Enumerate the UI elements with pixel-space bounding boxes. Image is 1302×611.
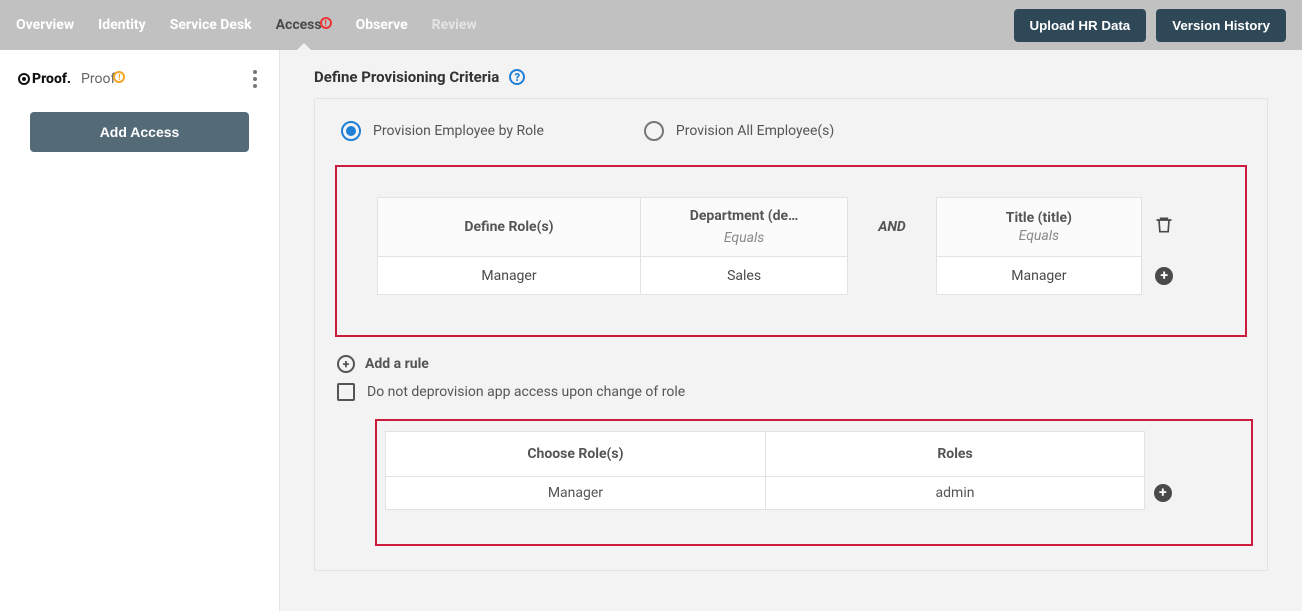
version-history-button[interactable]: Version History: [1156, 9, 1286, 42]
tab-review[interactable]: Review: [432, 17, 477, 33]
radio-icon: [644, 121, 664, 141]
nav-tabs: Overview Identity Service Desk Access! O…: [16, 17, 1014, 33]
radio-label: Provision Employee by Role: [373, 123, 544, 139]
proof-logo-text: Proof.: [32, 71, 71, 87]
top-actions: Upload HR Data Version History: [1014, 9, 1287, 42]
deprovision-label: Do not deprovision app access upon chang…: [367, 384, 685, 400]
cell-choose-role[interactable]: Manager: [386, 477, 766, 510]
tab-service-desk[interactable]: Service Desk: [170, 17, 252, 33]
help-icon[interactable]: ?: [509, 69, 525, 85]
alert-icon: !: [320, 17, 332, 29]
deprovision-checkbox-row: Do not deprovision app access upon chang…: [337, 383, 1247, 401]
add-role-icon[interactable]: +: [1154, 484, 1172, 502]
tab-overview[interactable]: Overview: [16, 17, 74, 33]
define-roles-table: Define Role(s) Department (de… Equals AN…: [377, 197, 1187, 295]
define-roles-highlight: Define Role(s) Department (de… Equals AN…: [335, 165, 1247, 337]
tab-access-label: Access: [276, 17, 322, 33]
radio-icon: [341, 121, 361, 141]
and-spacer: [848, 257, 937, 295]
plus-circle-icon: +: [337, 355, 355, 373]
upload-hr-data-button[interactable]: Upload HR Data: [1014, 9, 1147, 42]
provision-mode-radio-group: Provision Employee by Role Provision All…: [335, 121, 1247, 141]
warning-icon: !: [113, 71, 125, 83]
col-title: Title (title) Equals: [936, 198, 1141, 257]
main-content: Define Provisioning Criteria ? Provision…: [280, 50, 1302, 611]
radio-provision-all[interactable]: Provision All Employee(s): [644, 121, 834, 141]
add-rule-button[interactable]: + Add a rule: [337, 355, 1247, 373]
kebab-menu-icon[interactable]: [249, 66, 261, 92]
section-title-text: Define Provisioning Criteria: [314, 68, 499, 86]
table-row: Manager Sales Manager +: [378, 257, 1187, 295]
cell-department[interactable]: Sales: [640, 257, 847, 295]
sidebar-app-row: Proof. Proof!: [0, 50, 279, 102]
tab-observe[interactable]: Observe: [356, 17, 408, 33]
trash-icon[interactable]: [1154, 215, 1174, 235]
choose-roles-highlight: Choose Role(s) Roles Manager admin +: [375, 419, 1253, 546]
add-rule-label: Add a rule: [365, 356, 429, 372]
tab-access[interactable]: Access!: [276, 17, 332, 33]
sidebar: Proof. Proof! Add Access: [0, 50, 280, 611]
top-navbar: Overview Identity Service Desk Access! O…: [0, 0, 1302, 50]
choose-roles-table: Choose Role(s) Roles Manager admin +: [385, 431, 1175, 510]
deprovision-checkbox[interactable]: [337, 383, 355, 401]
delete-rule-cell: [1141, 198, 1186, 257]
col-choose-roles: Choose Role(s): [386, 432, 766, 477]
col-define-roles: Define Role(s): [378, 198, 641, 257]
and-operator: AND: [848, 198, 937, 257]
radio-label: Provision All Employee(s): [676, 123, 834, 139]
radio-provision-by-role[interactable]: Provision Employee by Role: [341, 121, 544, 141]
cell-role-value[interactable]: admin: [765, 477, 1144, 510]
col-roles: Roles: [765, 432, 1144, 477]
proof-logo: Proof.: [18, 71, 71, 87]
col-department: Department (de… Equals: [640, 198, 847, 257]
add-condition-icon[interactable]: +: [1155, 267, 1173, 285]
table-row: Manager admin +: [386, 477, 1175, 510]
cell-title[interactable]: Manager: [936, 257, 1141, 295]
app-name: Proof!: [81, 71, 125, 87]
tab-identity[interactable]: Identity: [98, 17, 146, 33]
cell-role[interactable]: Manager: [378, 257, 641, 295]
add-access-button[interactable]: Add Access: [30, 112, 249, 152]
section-title: Define Provisioning Criteria ?: [314, 68, 1268, 86]
criteria-panel: Provision Employee by Role Provision All…: [314, 98, 1268, 571]
proof-logo-icon: [18, 73, 30, 85]
